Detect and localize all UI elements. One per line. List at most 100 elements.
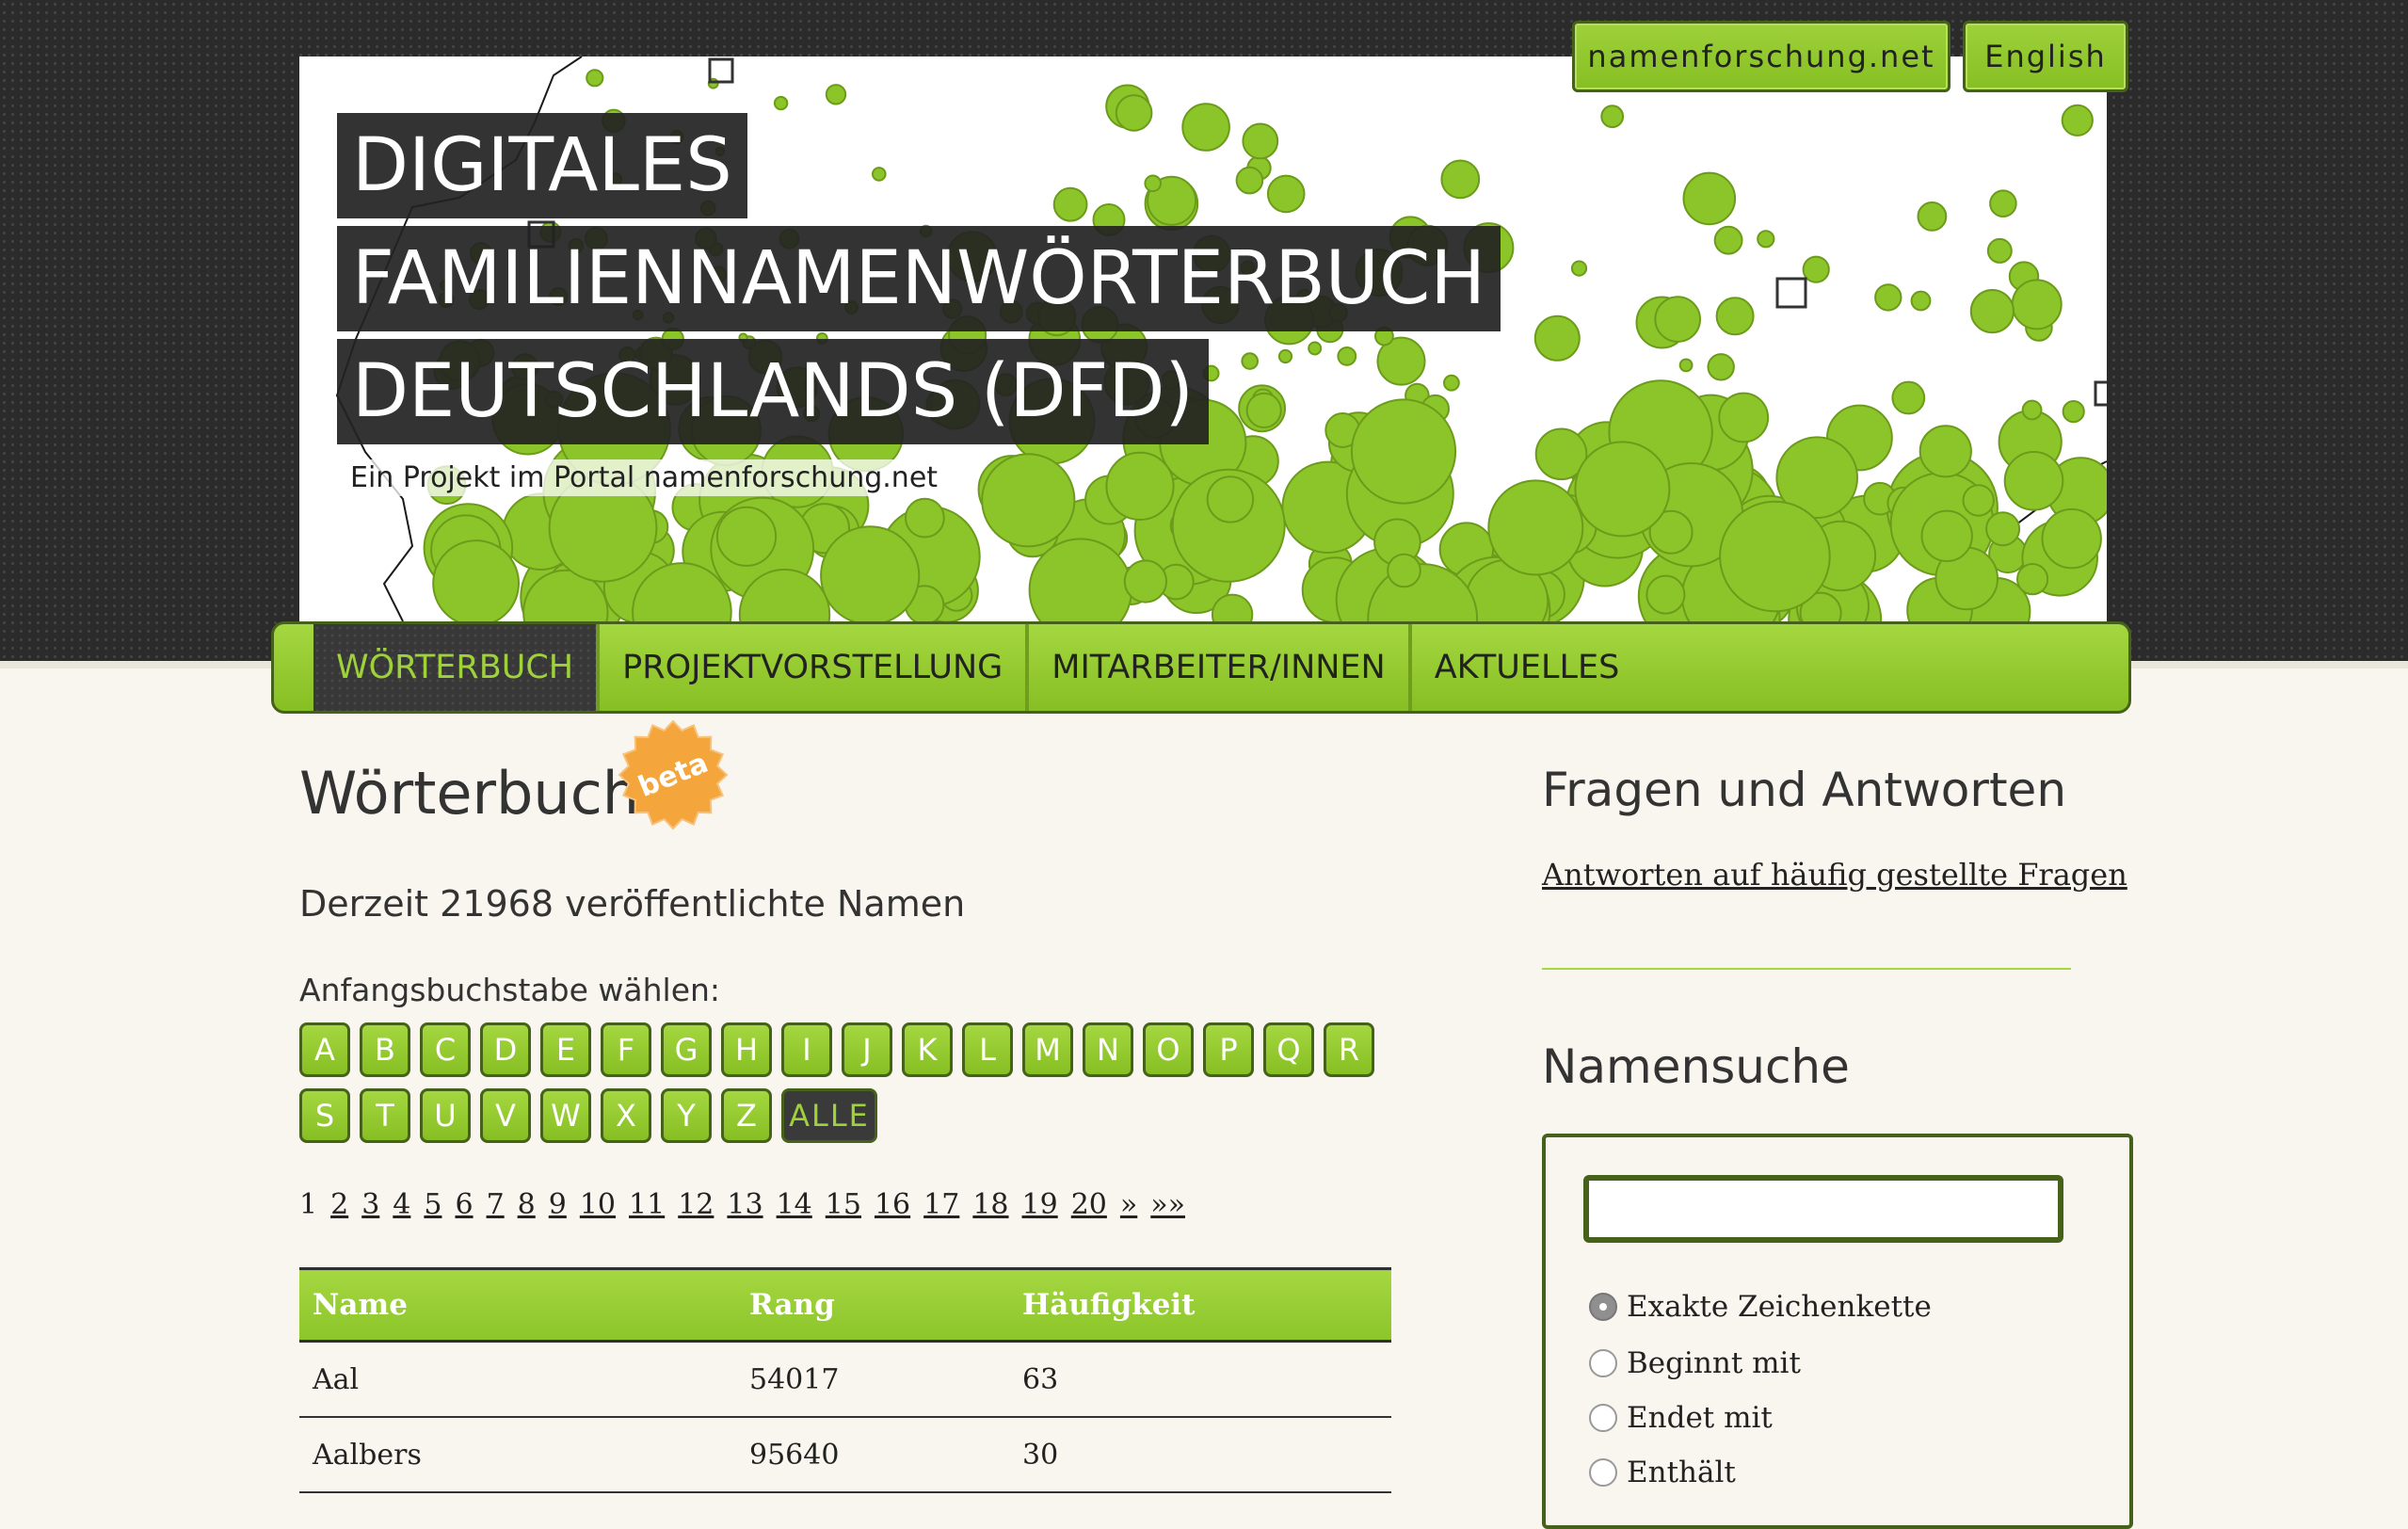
map-dot <box>1387 553 1421 588</box>
radio-button[interactable] <box>1589 1349 1617 1377</box>
map-dot <box>1962 484 1995 517</box>
cell-name[interactable]: Aal <box>299 1341 736 1418</box>
cell-name[interactable]: Aalbers <box>299 1417 736 1493</box>
letter-button-k[interactable]: K <box>902 1022 953 1077</box>
letter-button-w[interactable]: W <box>540 1088 591 1143</box>
faq-link[interactable]: Antworten auf häufig gestellte Fragen <box>1542 857 2127 893</box>
letter-button-f[interactable]: F <box>601 1022 651 1077</box>
table-header-row: Name Rang Häufigkeit <box>299 1267 1391 1343</box>
letter-button-m[interactable]: M <box>1022 1022 1073 1077</box>
page-link[interactable]: 11 <box>629 1188 665 1221</box>
page-link: 1 <box>299 1188 318 1221</box>
letter-button-x[interactable]: X <box>601 1088 651 1143</box>
letter-button-l[interactable]: L <box>962 1022 1013 1077</box>
name-search-heading: Namensuche <box>1542 1039 1850 1094</box>
map-dot <box>1245 392 1282 428</box>
nav-item-woerterbuch[interactable]: WÖRTERBUCH <box>313 624 601 711</box>
page-link[interactable]: 16 <box>875 1188 910 1221</box>
page-link[interactable]: 8 <box>518 1188 536 1221</box>
map-dot <box>905 497 945 539</box>
page-link[interactable]: 19 <box>1022 1188 1058 1221</box>
map-dot <box>1920 509 1973 562</box>
page-link[interactable]: 6 <box>455 1188 473 1221</box>
column-header-rang[interactable]: Rang <box>736 1267 1009 1343</box>
letter-button-p[interactable]: P <box>1203 1022 1254 1077</box>
nav-item-aktuelles[interactable]: AKTUELLES <box>1412 624 1643 711</box>
site-title-line-1: DIGITALES <box>337 113 747 218</box>
search-option-exact[interactable]: Exakte Zeichenkette <box>1589 1290 1932 1324</box>
page-link[interactable]: 13 <box>727 1188 763 1221</box>
map-dot <box>1266 174 1306 214</box>
radio-button[interactable] <box>1589 1404 1617 1432</box>
map-dot <box>1874 283 1902 312</box>
letter-button-b[interactable]: B <box>360 1022 410 1077</box>
name-search-input[interactable] <box>1583 1175 2063 1243</box>
map-dot <box>1105 451 1175 521</box>
radio-button[interactable] <box>1589 1458 1617 1487</box>
map-dot <box>2003 451 2064 511</box>
letter-button-alle[interactable]: ALLE <box>781 1088 877 1143</box>
page-link[interactable]: 3 <box>361 1188 379 1221</box>
radio-button[interactable] <box>1589 1293 1617 1321</box>
letter-button-e[interactable]: E <box>540 1022 591 1077</box>
letter-button-j[interactable]: J <box>842 1022 892 1077</box>
nav-item-projektvorstellung[interactable]: PROJEKTVORSTELLUNG <box>600 624 1030 711</box>
map-dot <box>1337 346 1357 366</box>
map-dot <box>1308 341 1323 356</box>
page-link[interactable]: 17 <box>923 1188 959 1221</box>
letter-button-n[interactable]: N <box>1083 1022 1133 1077</box>
map-dot <box>586 69 604 88</box>
column-header-haeufigkeit[interactable]: Häufigkeit <box>1009 1267 1391 1343</box>
language-link-english[interactable]: English <box>1963 21 2128 92</box>
letters-label: Anfangsbuchstabe wählen: <box>299 972 721 1008</box>
search-option-contains[interactable]: Enthält <box>1589 1456 1736 1489</box>
search-option-ends[interactable]: Endet mit <box>1589 1401 1773 1435</box>
portal-link[interactable]: namenforschung.net <box>1572 21 1950 92</box>
search-option-label: Exakte Zeichenkette <box>1627 1290 1932 1324</box>
site-subtitle: Ein Projekt im Portal namenforschung.net <box>346 459 942 496</box>
page-link[interactable]: 14 <box>777 1188 812 1221</box>
table-row[interactable]: Aalbers 95640 30 <box>299 1417 1391 1493</box>
page-link[interactable]: 9 <box>549 1188 567 1221</box>
table-row[interactable]: Aal 54017 63 <box>299 1341 1391 1418</box>
search-option-begins[interactable]: Beginnt mit <box>1589 1346 1801 1380</box>
letter-button-r[interactable]: R <box>1324 1022 1374 1077</box>
site-title-line-3: DEUTSCHLANDS (DFD) <box>337 339 1209 444</box>
letter-button-a[interactable]: A <box>299 1022 350 1077</box>
letter-button-i[interactable]: I <box>781 1022 832 1077</box>
letter-button-z[interactable]: Z <box>721 1088 772 1143</box>
page-link[interactable]: 4 <box>393 1188 410 1221</box>
letter-button-u[interactable]: U <box>420 1088 471 1143</box>
page-link[interactable]: »» <box>1150 1188 1185 1221</box>
map-dot <box>432 539 520 621</box>
letter-button-q[interactable]: Q <box>1263 1022 1314 1077</box>
page-link[interactable]: 15 <box>826 1188 861 1221</box>
letter-button-s[interactable]: S <box>299 1088 350 1143</box>
letter-button-g[interactable]: G <box>661 1022 712 1077</box>
column-header-name[interactable]: Name <box>299 1267 736 1343</box>
sidebar-divider <box>1542 968 2071 970</box>
letter-button-t[interactable]: T <box>360 1088 410 1143</box>
map-dot <box>1241 352 1260 370</box>
letter-button-v[interactable]: V <box>480 1088 531 1143</box>
page-link[interactable]: 2 <box>330 1188 348 1221</box>
map-dot <box>2016 563 2049 596</box>
map-dot <box>825 84 847 105</box>
letter-button-d[interactable]: D <box>480 1022 531 1077</box>
page-link[interactable]: 20 <box>1071 1188 1107 1221</box>
page-link[interactable]: 10 <box>580 1188 616 1221</box>
page-link[interactable]: 5 <box>424 1188 441 1221</box>
letter-button-o[interactable]: O <box>1143 1022 1194 1077</box>
letter-button-h[interactable]: H <box>721 1022 772 1077</box>
nav-item-mitarbeiter[interactable]: MITARBEITER/INNEN <box>1029 624 1412 711</box>
map-dot <box>1654 296 1701 343</box>
map-dot <box>1802 255 1830 283</box>
page-link[interactable]: 7 <box>487 1188 505 1221</box>
page-link[interactable]: 18 <box>972 1188 1008 1221</box>
page-link[interactable]: » <box>1120 1188 1137 1221</box>
map-dot <box>1574 441 1671 538</box>
letter-button-c[interactable]: C <box>420 1022 471 1077</box>
page-link[interactable]: 12 <box>678 1188 714 1221</box>
map-dot <box>1718 392 1770 443</box>
letter-button-y[interactable]: Y <box>661 1088 712 1143</box>
